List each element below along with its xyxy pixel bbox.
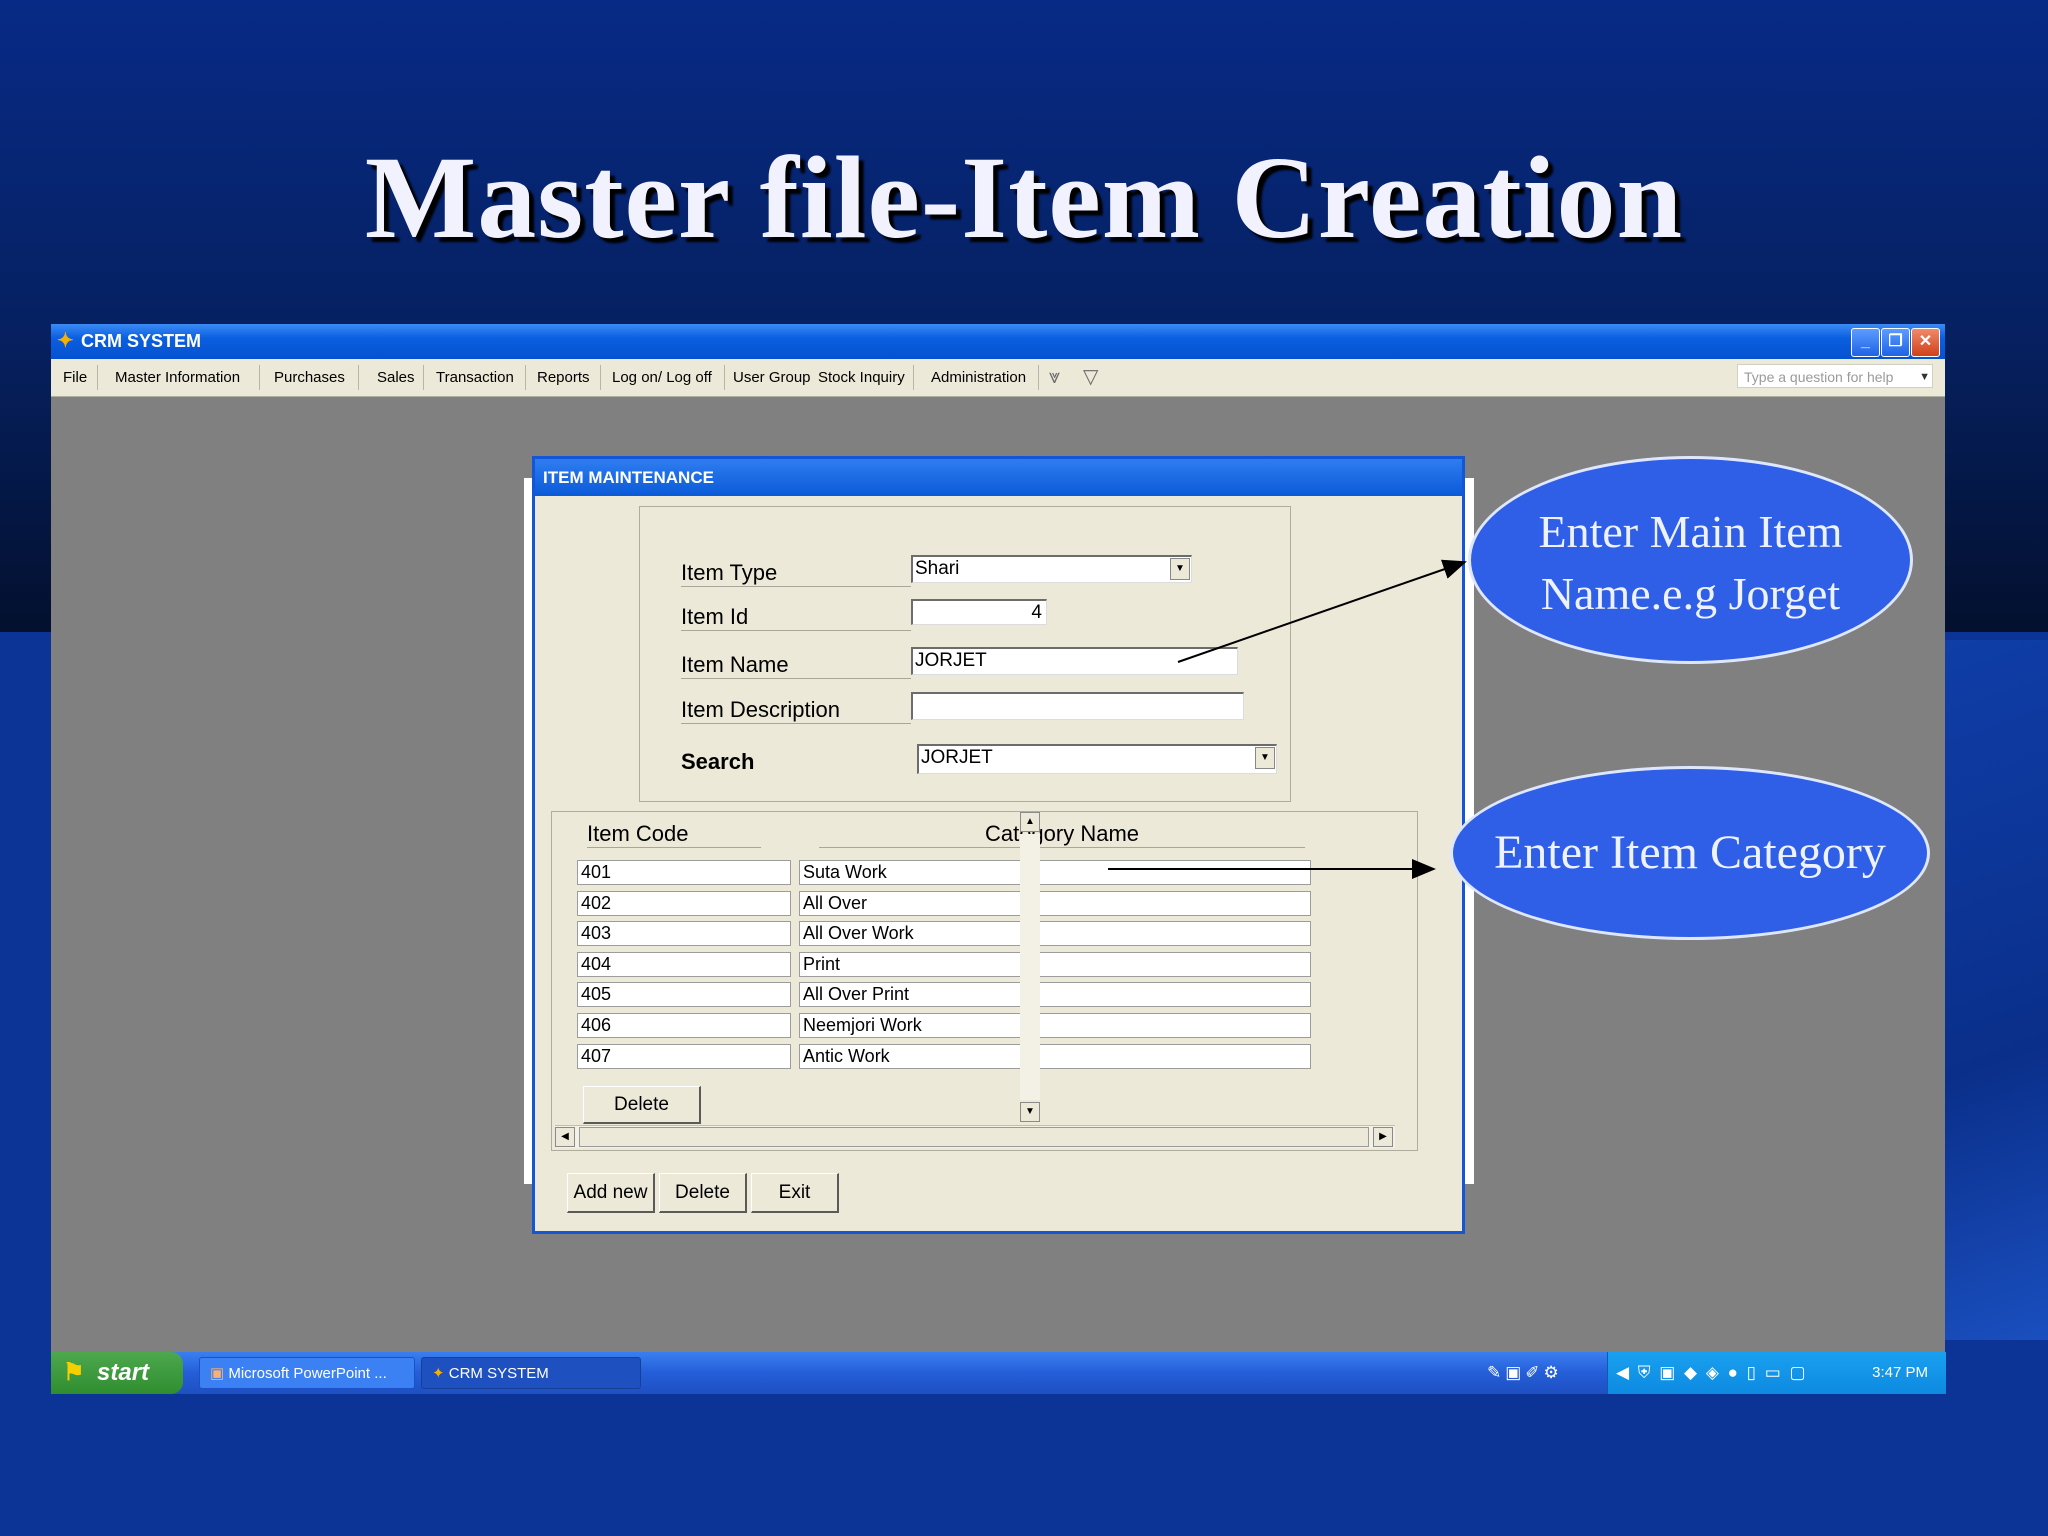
menu-transaction[interactable]: Transaction bbox=[432, 359, 518, 396]
menu-separator bbox=[423, 365, 424, 390]
menu-separator bbox=[97, 365, 98, 390]
item-code-cell[interactable]: 406 bbox=[577, 1013, 791, 1038]
window-title: CRM SYSTEM bbox=[81, 331, 202, 351]
task-powerpoint[interactable]: ▣ Microsoft PowerPoint ... bbox=[199, 1357, 415, 1389]
menu-stock-inquiry[interactable]: Stock Inquiry bbox=[814, 359, 909, 396]
crm-icon: ✦ bbox=[432, 1365, 449, 1382]
chevron-down-icon[interactable]: ▼ bbox=[1255, 747, 1275, 769]
item-name-field[interactable]: JORJET bbox=[911, 647, 1238, 675]
item-code-cell[interactable]: 403 bbox=[577, 921, 791, 946]
search-value: JORJET bbox=[921, 747, 993, 768]
scroll-up-icon[interactable]: ▲ bbox=[1020, 812, 1040, 832]
callout-item-category: Enter Item Category bbox=[1450, 766, 1930, 940]
column-header-category-name: Category Name bbox=[819, 821, 1305, 848]
vertical-scrollbar[interactable]: ▲ ▼ bbox=[1020, 812, 1040, 1124]
category-name-cell[interactable]: Suta Work bbox=[799, 860, 1311, 885]
item-description-field[interactable] bbox=[911, 692, 1244, 720]
menu-separator bbox=[913, 365, 914, 390]
start-button[interactable]: ⚑ start bbox=[51, 1352, 183, 1394]
help-search-input[interactable]: Type a question for help ▼ bbox=[1737, 364, 1933, 388]
callout-main-item-line2: Name.e.g Jorget bbox=[1540, 568, 1841, 619]
scroll-thumb[interactable] bbox=[579, 1127, 1369, 1147]
menu-sales[interactable]: Sales bbox=[373, 359, 419, 396]
scroll-right-icon[interactable]: ▶ bbox=[1373, 1127, 1393, 1147]
close-button[interactable]: ✕ bbox=[1911, 328, 1940, 357]
menu-log-on-off[interactable]: Log on/ Log off bbox=[608, 359, 716, 396]
menu-master-information[interactable]: Master Information bbox=[111, 359, 244, 396]
menu-reports[interactable]: Reports bbox=[533, 359, 594, 396]
slide-decoration bbox=[1928, 640, 2048, 1340]
add-new-button[interactable]: Add new bbox=[567, 1173, 655, 1213]
menu-separator bbox=[358, 365, 359, 390]
slide-title: Master file-Item Creation bbox=[364, 132, 1684, 263]
minimize-button[interactable]: _ bbox=[1851, 328, 1880, 357]
horizontal-scrollbar[interactable]: ◀ ▶ bbox=[555, 1125, 1395, 1148]
scroll-down-icon[interactable]: ▼ bbox=[1020, 1102, 1040, 1122]
menu-separator bbox=[1038, 365, 1039, 390]
item-id-label: Item Id bbox=[681, 604, 911, 631]
item-code-cell[interactable]: 401 bbox=[577, 860, 791, 885]
chevron-down-icon[interactable]: ▼ bbox=[1919, 365, 1930, 389]
menu-separator bbox=[259, 365, 260, 390]
filter-icon[interactable]: ▽ bbox=[1083, 359, 1098, 396]
quick-launch-icons[interactable]: ✎▣✐⚙ bbox=[1487, 1352, 1563, 1394]
menu-separator bbox=[600, 365, 601, 390]
scroll-left-icon[interactable]: ◀ bbox=[555, 1127, 575, 1147]
exit-button[interactable]: Exit bbox=[751, 1173, 839, 1213]
item-type-value: Shari bbox=[915, 558, 960, 579]
system-tray: ◀ ⛨ ▣ ◆ ◈ ● ▯ ▭ ▢ 3:47 PM bbox=[1607, 1352, 1946, 1394]
powerpoint-icon: ▣ bbox=[210, 1365, 229, 1382]
menu-user-group[interactable]: User Group bbox=[729, 359, 815, 396]
row-delete-button[interactable]: Delete bbox=[583, 1086, 701, 1124]
item-name-label: Item Name bbox=[681, 652, 911, 679]
dialog-title[interactable]: ITEM MAINTENANCE bbox=[535, 459, 1462, 496]
category-name-cell[interactable]: All Over bbox=[799, 891, 1311, 916]
callout-item-category-text: Enter Item Category bbox=[1494, 826, 1886, 879]
menu-separator bbox=[525, 365, 526, 390]
column-header-item-code: Item Code bbox=[587, 821, 761, 848]
tray-icons[interactable]: ◀ ⛨ ▣ ◆ ◈ ● ▯ ▭ ▢ bbox=[1616, 1352, 1808, 1394]
menu-administration[interactable]: Administration bbox=[927, 359, 1030, 396]
scroll-track[interactable] bbox=[1020, 834, 1040, 1100]
search-label: Search bbox=[681, 749, 755, 774]
window-titlebar[interactable]: ✦ CRM SYSTEM _ ❐ ✕ bbox=[51, 324, 1945, 359]
task-crm-system[interactable]: ✦ CRM SYSTEM bbox=[421, 1357, 641, 1389]
help-placeholder: Type a question for help bbox=[1744, 369, 1894, 385]
start-label: start bbox=[97, 1359, 150, 1386]
item-code-cell[interactable]: 405 bbox=[577, 982, 791, 1007]
delete-button[interactable]: Delete bbox=[659, 1173, 747, 1213]
item-type-label: Item Type bbox=[681, 560, 911, 587]
callout-main-item: Enter Main Item Name.e.g Jorget bbox=[1468, 456, 1913, 664]
menu-purchases[interactable]: Purchases bbox=[270, 359, 349, 396]
category-name-cell[interactable]: All Over Work bbox=[799, 921, 1311, 946]
category-name-cell[interactable]: Antic Work bbox=[799, 1044, 1311, 1069]
menu-file[interactable]: File bbox=[59, 359, 91, 396]
app-logo-icon: ✦ bbox=[57, 330, 74, 352]
item-id-field[interactable]: 4 bbox=[911, 599, 1047, 625]
callout-main-item-line1: Enter Main Item bbox=[1538, 506, 1843, 557]
item-type-select[interactable]: Shari ▼ bbox=[911, 555, 1192, 583]
search-select[interactable]: JORJET ▼ bbox=[917, 744, 1277, 774]
item-code-cell[interactable]: 402 bbox=[577, 891, 791, 916]
category-name-cell[interactable]: All Over Print bbox=[799, 982, 1311, 1007]
clock[interactable]: 3:47 PM bbox=[1872, 1352, 1928, 1394]
chevron-down-icon[interactable]: ▼ bbox=[1170, 558, 1190, 580]
item-description-label: Item Description bbox=[681, 697, 911, 724]
taskbar: ⚑ start ▣ Microsoft PowerPoint ... ✦ CRM… bbox=[51, 1352, 1946, 1394]
item-maintenance-dialog: ITEM MAINTENANCE Item Type Shari ▼ Item … bbox=[532, 456, 1465, 1234]
category-name-cell[interactable]: Print bbox=[799, 952, 1311, 977]
restore-button[interactable]: ❐ bbox=[1881, 328, 1910, 357]
menu-bar: File Master Information Purchases Sales … bbox=[51, 359, 1945, 397]
windows-logo-icon: ⚑ bbox=[63, 1359, 85, 1386]
task-powerpoint-label: Microsoft PowerPoint ... bbox=[228, 1365, 387, 1382]
item-code-cell[interactable]: 407 bbox=[577, 1044, 791, 1069]
item-code-cell[interactable]: 404 bbox=[577, 952, 791, 977]
menu-separator bbox=[724, 365, 725, 390]
task-crm-label: CRM SYSTEM bbox=[448, 1365, 549, 1382]
category-name-cell[interactable]: Neemjori Work bbox=[799, 1013, 1311, 1038]
filter-apply-icon[interactable]: ⩔ bbox=[1049, 359, 1060, 396]
